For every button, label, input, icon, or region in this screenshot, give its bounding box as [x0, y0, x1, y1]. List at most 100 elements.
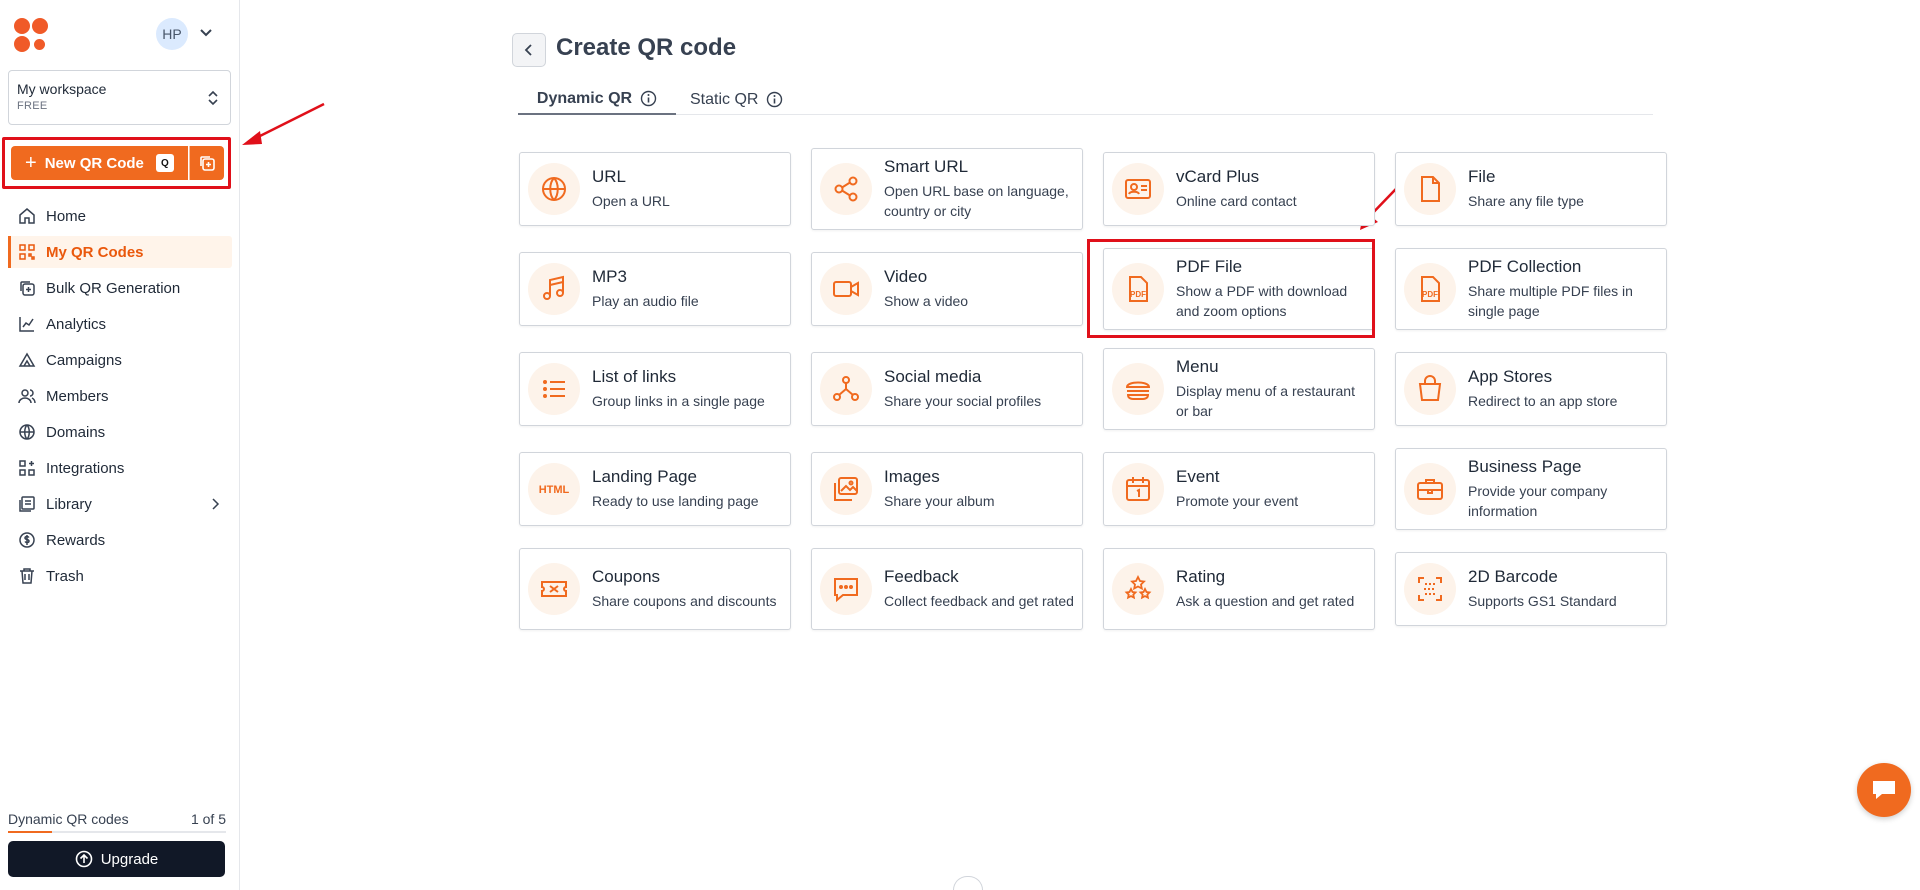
campaign-icon: [18, 352, 36, 367]
card-title: Smart URL: [884, 157, 969, 176]
tab-static-qr[interactable]: Static QR: [690, 84, 783, 115]
brand-logo-icon[interactable]: [14, 18, 50, 54]
card-text: PDF Collection Share multiple PDF files i…: [1468, 257, 1658, 321]
qr-type-card-feedback[interactable]: Feedback Collect feedback and get rated: [811, 548, 1083, 630]
qr-type-card-social-media[interactable]: Social media Share your social profiles: [811, 352, 1083, 426]
share-icon: [834, 176, 858, 202]
card-icon-bg: [1112, 363, 1164, 415]
card-text: Business Page Provide your company inform…: [1468, 457, 1658, 521]
qr-type-card-pdf-collection[interactable]: PDF PDF Collection Share multiple PDF file…: [1395, 248, 1667, 330]
sidebar-item-home[interactable]: Home: [8, 200, 232, 232]
qr-type-card-list-of-links[interactable]: List of links Group links in a single pag…: [519, 352, 791, 426]
avatar[interactable]: HP: [156, 18, 188, 50]
card-description: Share your social profiles: [884, 393, 1042, 409]
sidebar-item-campaigns[interactable]: Campaigns: [8, 344, 232, 376]
tab-dynamic-qr[interactable]: Dynamic QR: [518, 84, 676, 115]
card-text: Images Share your album: [884, 467, 995, 511]
back-button[interactable]: [512, 33, 546, 67]
qr-type-card-2d-barcode[interactable]: 2D Barcode Supports GS1 Standard: [1395, 552, 1667, 626]
bulk-create-button[interactable]: [189, 146, 224, 180]
qr-type-card-menu[interactable]: Menu Display menu of a restaurant or bar: [1103, 348, 1375, 430]
card-title: URL: [592, 167, 627, 186]
sidebar-item-members[interactable]: Members: [8, 380, 232, 412]
sidebar-item-analytics[interactable]: Analytics: [8, 308, 232, 340]
qr-type-card-app-stores[interactable]: App Stores Redirect to an app store: [1395, 352, 1667, 426]
sidebar-item-domains[interactable]: Domains: [8, 416, 232, 448]
card-title: Business Page: [1468, 457, 1582, 476]
sidebar-item-rewards[interactable]: Rewards: [8, 524, 232, 556]
card-icon-bg: [820, 563, 872, 615]
card-icon-bg: HTML: [528, 463, 580, 515]
card-title: Rating: [1176, 567, 1226, 586]
sidebar-item-label: Campaigns: [46, 351, 122, 369]
globe-icon: [19, 424, 35, 440]
card-description: Share any file type: [1468, 193, 1584, 209]
plus-icon: +: [25, 152, 37, 174]
quota-value: 1 of 5: [190, 811, 226, 827]
chat-support-button[interactable]: [1857, 763, 1911, 817]
sidebar-item-my-qr-codes[interactable]: My QR Codes: [8, 236, 232, 268]
card-description: Open URL base on language, country or ci…: [884, 183, 1069, 219]
card-description: Online card contact: [1176, 193, 1297, 209]
card-description: Share your album: [884, 493, 995, 509]
qr-type-card-landing-page[interactable]: HTML Landing Page Ready to use landing pag…: [519, 452, 791, 526]
card-icon-bg: [820, 363, 872, 415]
new-qr-code-button[interactable]: + New QR Code Q: [11, 146, 188, 180]
upgrade-button[interactable]: Upgrade: [8, 841, 225, 877]
qr-type-card-images[interactable]: Images Share your album: [811, 452, 1083, 526]
sidebar-item-label: Trash: [46, 567, 84, 585]
home-icon: [19, 208, 35, 224]
sidebar-item-integrations[interactable]: Integrations: [8, 452, 232, 484]
qr-type-card-rating[interactable]: Rating Ask a question and get rated: [1103, 548, 1375, 630]
file-icon: [1421, 176, 1440, 202]
sidebar-item-trash[interactable]: Trash: [8, 560, 232, 592]
qr-type-card-mp3[interactable]: MP3 Play an audio file: [519, 252, 791, 326]
qr-type-card-file[interactable]: File Share any file type: [1395, 152, 1667, 226]
info-icon[interactable]: [640, 90, 657, 107]
annotation-arrow-icon: [242, 102, 325, 145]
card-text: 2D Barcode Supports GS1 Standard: [1468, 567, 1617, 611]
card-title: Coupons: [592, 567, 661, 586]
qr-type-card-video[interactable]: Video Show a video: [811, 252, 1083, 326]
qr-type-card-url[interactable]: URL Open a URL: [519, 152, 791, 226]
svg-text:PDF: PDF: [1422, 290, 1438, 299]
card-title: Social media: [884, 367, 982, 386]
card-text: Menu Display menu of a restaurant or bar: [1176, 357, 1366, 421]
card-icon-bg: [1404, 463, 1456, 515]
svg-text:HTML: HTML: [539, 484, 569, 496]
chat-bubble-icon: [1873, 781, 1895, 799]
workspace-name: My workspace: [17, 81, 107, 97]
calendar-icon: [1126, 477, 1150, 501]
qr-type-card-coupons[interactable]: Coupons Share coupons and discounts: [519, 548, 791, 630]
quota-info: Dynamic QR codes 1 of 5: [8, 811, 226, 827]
card-icon-bg: [528, 363, 580, 415]
bulk-icon: [20, 281, 35, 296]
card-text: Smart URL Open URL base on language, coun…: [884, 157, 1074, 221]
sidebar-item-bulk-qr-generation[interactable]: Bulk QR Generation: [8, 272, 232, 304]
card-icon-bg: [528, 263, 580, 315]
copy-plus-icon: [200, 156, 215, 171]
qr-type-card-vcard-plus[interactable]: vCard Plus Online card contact: [1103, 152, 1375, 226]
card-description: Show a video: [884, 293, 969, 309]
card-description: Supports GS1 Standard: [1468, 593, 1617, 609]
chat-icon: [834, 578, 858, 603]
qr-type-card-event[interactable]: Event Promote your event: [1103, 452, 1375, 526]
pdf-file-highlight: [1087, 239, 1375, 338]
info-icon[interactable]: [766, 91, 783, 108]
contact-card-icon: [1125, 179, 1151, 199]
chevron-down-icon[interactable]: [198, 24, 214, 40]
trash-icon: [20, 568, 34, 584]
workspace-switcher[interactable]: My workspace FREE: [8, 70, 231, 125]
globe-icon: [542, 177, 566, 201]
sidebar-item-library[interactable]: Library: [8, 488, 232, 520]
library-icon: [19, 496, 35, 512]
grid-icon: [19, 244, 35, 260]
integrations-icon: [19, 460, 35, 476]
card-title: Event: [1176, 467, 1220, 486]
card-icon-bg: [820, 263, 872, 315]
new-qr-highlight: + New QR Code Q: [2, 137, 231, 189]
qr-type-card-business-page[interactable]: Business Page Provide your company inform…: [1395, 448, 1667, 530]
qr-type-tabs: Dynamic QR Static QR: [518, 84, 1653, 115]
html-icon: HTML: [539, 484, 569, 496]
qr-type-card-smart-url[interactable]: Smart URL Open URL base on language, coun…: [811, 148, 1083, 230]
